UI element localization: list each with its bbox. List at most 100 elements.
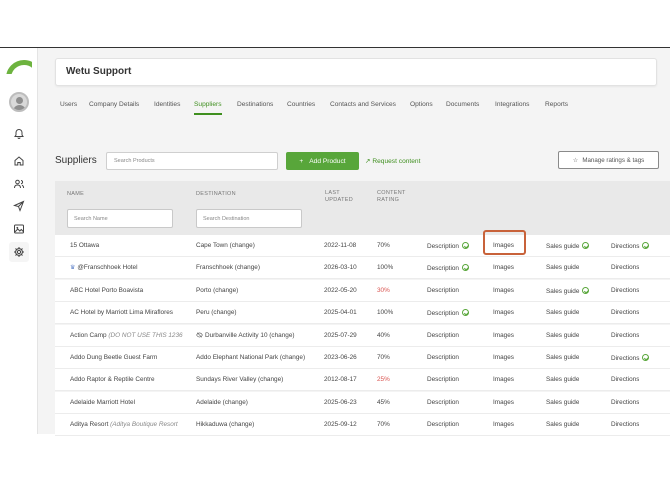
change-destination-link[interactable]: (change): [235, 264, 260, 271]
images-link[interactable]: Images: [493, 332, 514, 339]
images-link[interactable]: Images: [493, 399, 514, 406]
directions-link[interactable]: Directions: [611, 354, 650, 362]
name-cell[interactable]: Adelaide Marriott Hotel: [70, 399, 188, 406]
tab-integrations[interactable]: Integrations: [495, 101, 529, 108]
sales-guide-link[interactable]: Sales guide: [546, 286, 590, 295]
search-destination-input[interactable]: [196, 209, 302, 228]
sales-guide-link[interactable]: Sales guide: [546, 242, 590, 250]
sales-guide-link[interactable]: Sales guide: [546, 376, 579, 383]
change-destination-link[interactable]: (change): [223, 399, 248, 406]
images-highlight-box: [483, 230, 526, 255]
table-row[interactable]: Adelaide Marriott Hotel Adelaide (change)…: [55, 391, 670, 414]
change-destination-link[interactable]: (change): [230, 242, 255, 249]
directions-link[interactable]: Directions: [611, 399, 639, 406]
directions-link[interactable]: Directions: [611, 332, 639, 339]
images-link[interactable]: Images: [493, 309, 514, 316]
last-updated: 2023-06-26: [324, 354, 357, 361]
directions-link[interactable]: Directions: [611, 287, 639, 294]
col-name: NAME: [67, 191, 85, 197]
users-icon[interactable]: [11, 176, 27, 192]
col-last-updated-line1: LAST: [325, 190, 340, 196]
name-cell[interactable]: 15 Ottawa: [70, 242, 188, 249]
images-link[interactable]: Images: [493, 287, 514, 294]
name-cell[interactable]: AC Hotel by Marriott Lima Miraflores: [70, 309, 188, 316]
directions-link[interactable]: Directions: [611, 264, 639, 271]
description-label: Description: [427, 376, 459, 384]
description-link[interactable]: Description: [427, 264, 469, 272]
avatar[interactable]: [9, 92, 29, 112]
sales-guide-label: Sales guide: [546, 421, 580, 429]
destination-cell: Adelaide (change): [196, 399, 308, 406]
supplier-name: Addo Raptor & Reptile Centre: [70, 376, 155, 384]
images-link[interactable]: Images: [493, 354, 514, 361]
supplier-name: Adelaide Marriott Hotel: [70, 398, 136, 406]
plus-icon: +: [299, 157, 304, 165]
images-link[interactable]: Images: [493, 421, 514, 428]
description-link[interactable]: Description: [427, 421, 459, 428]
sales-guide-link[interactable]: Sales guide: [546, 399, 579, 406]
name-cell[interactable]: Addo Raptor & Reptile Centre: [70, 376, 188, 383]
check-circle-icon: [461, 309, 469, 317]
tab-destinations[interactable]: Destinations: [237, 101, 273, 108]
tab-company-details[interactable]: Company Details: [89, 101, 139, 108]
name-cell[interactable]: ♛ @Franschhoek Hotel: [70, 264, 188, 271]
tab-suppliers[interactable]: Suppliers: [194, 101, 222, 115]
sales-guide-label: Sales guide: [546, 264, 580, 272]
change-destination-link[interactable]: (change): [211, 309, 236, 316]
name-cell[interactable]: Addo Dung Beetle Guest Farm: [70, 354, 188, 361]
sales-guide-link[interactable]: Sales guide: [546, 264, 579, 271]
home-icon[interactable]: [11, 153, 27, 169]
table-row[interactable]: Addo Raptor & Reptile Centre Sundays Rive…: [55, 369, 670, 392]
tab-reports[interactable]: Reports: [545, 101, 568, 108]
change-destination-link[interactable]: (change): [280, 354, 305, 361]
search-name-input[interactable]: [67, 209, 173, 228]
change-destination-link[interactable]: (change): [213, 287, 238, 294]
table-row[interactable]: ♛ @Franschhoek Hotel Franschhoek (change) 2…: [55, 257, 670, 280]
request-content-link[interactable]: ↗ Request content: [365, 157, 420, 165]
table-row[interactable]: Aditya Resort (Aditya Boutique Resort Hik…: [55, 414, 670, 437]
description-link[interactable]: Description: [427, 332, 459, 339]
description-link[interactable]: Description: [427, 242, 469, 250]
name-cell[interactable]: Action Camp (DO NOT USE THIS 1236: [70, 332, 188, 339]
logo[interactable]: [6, 60, 32, 74]
search-products-input[interactable]: [106, 152, 278, 170]
change-destination-link[interactable]: (change): [229, 421, 254, 428]
tab-countries[interactable]: Countries: [287, 101, 315, 108]
table-row[interactable]: 15 Ottawa Cape Town (change) 2022-11-08 70%…: [55, 230, 670, 257]
directions-link[interactable]: Directions: [611, 421, 639, 428]
tab-documents[interactable]: Documents: [446, 101, 479, 108]
table-row[interactable]: Action Camp (DO NOT USE THIS 1236 Durbanv…: [55, 324, 670, 347]
description-link[interactable]: Description: [427, 287, 459, 294]
gear-icon[interactable]: [9, 242, 29, 262]
change-destination-link[interactable]: (change): [258, 376, 283, 383]
tab-users[interactable]: Users: [60, 101, 77, 108]
image-icon[interactable]: [11, 221, 27, 237]
sales-guide-link[interactable]: Sales guide: [546, 421, 579, 428]
name-cell[interactable]: ABC Hotel Porto Boavista: [70, 287, 188, 294]
sales-guide-link[interactable]: Sales guide: [546, 354, 579, 361]
table-row[interactable]: Addo Dung Beetle Guest Farm Addo Elephant…: [55, 347, 670, 369]
images-link[interactable]: Images: [493, 376, 514, 383]
images-link[interactable]: Images: [493, 264, 514, 271]
table-row[interactable]: AC Hotel by Marriott Lima Miraflores Peru…: [55, 302, 670, 325]
description-link[interactable]: Description: [427, 399, 459, 406]
send-icon[interactable]: [11, 198, 27, 214]
description-link[interactable]: Description: [427, 354, 459, 361]
directions-link[interactable]: Directions: [611, 309, 639, 316]
destination-cell: Sundays River Valley (change): [196, 376, 308, 383]
name-cell[interactable]: Aditya Resort (Aditya Boutique Resort: [70, 421, 188, 428]
change-destination-link[interactable]: (change): [269, 332, 294, 339]
tab-options[interactable]: Options: [410, 101, 433, 108]
description-link[interactable]: Description: [427, 376, 459, 383]
tab-contacts-services[interactable]: Contacts and Services: [330, 101, 396, 108]
description-link[interactable]: Description: [427, 309, 469, 317]
sales-guide-link[interactable]: Sales guide: [546, 332, 579, 339]
manage-ratings-button[interactable]: ☆ Manage ratings & tags: [558, 151, 659, 169]
tab-identities[interactable]: Identities: [154, 101, 180, 108]
table-row[interactable]: ABC Hotel Porto Boavista Porto (change) 20…: [55, 279, 670, 302]
directions-link[interactable]: Directions: [611, 242, 650, 250]
add-product-button[interactable]: + Add Product: [286, 152, 359, 170]
bell-icon[interactable]: [11, 126, 27, 142]
directions-link[interactable]: Directions: [611, 376, 639, 383]
sales-guide-link[interactable]: Sales guide: [546, 309, 579, 316]
